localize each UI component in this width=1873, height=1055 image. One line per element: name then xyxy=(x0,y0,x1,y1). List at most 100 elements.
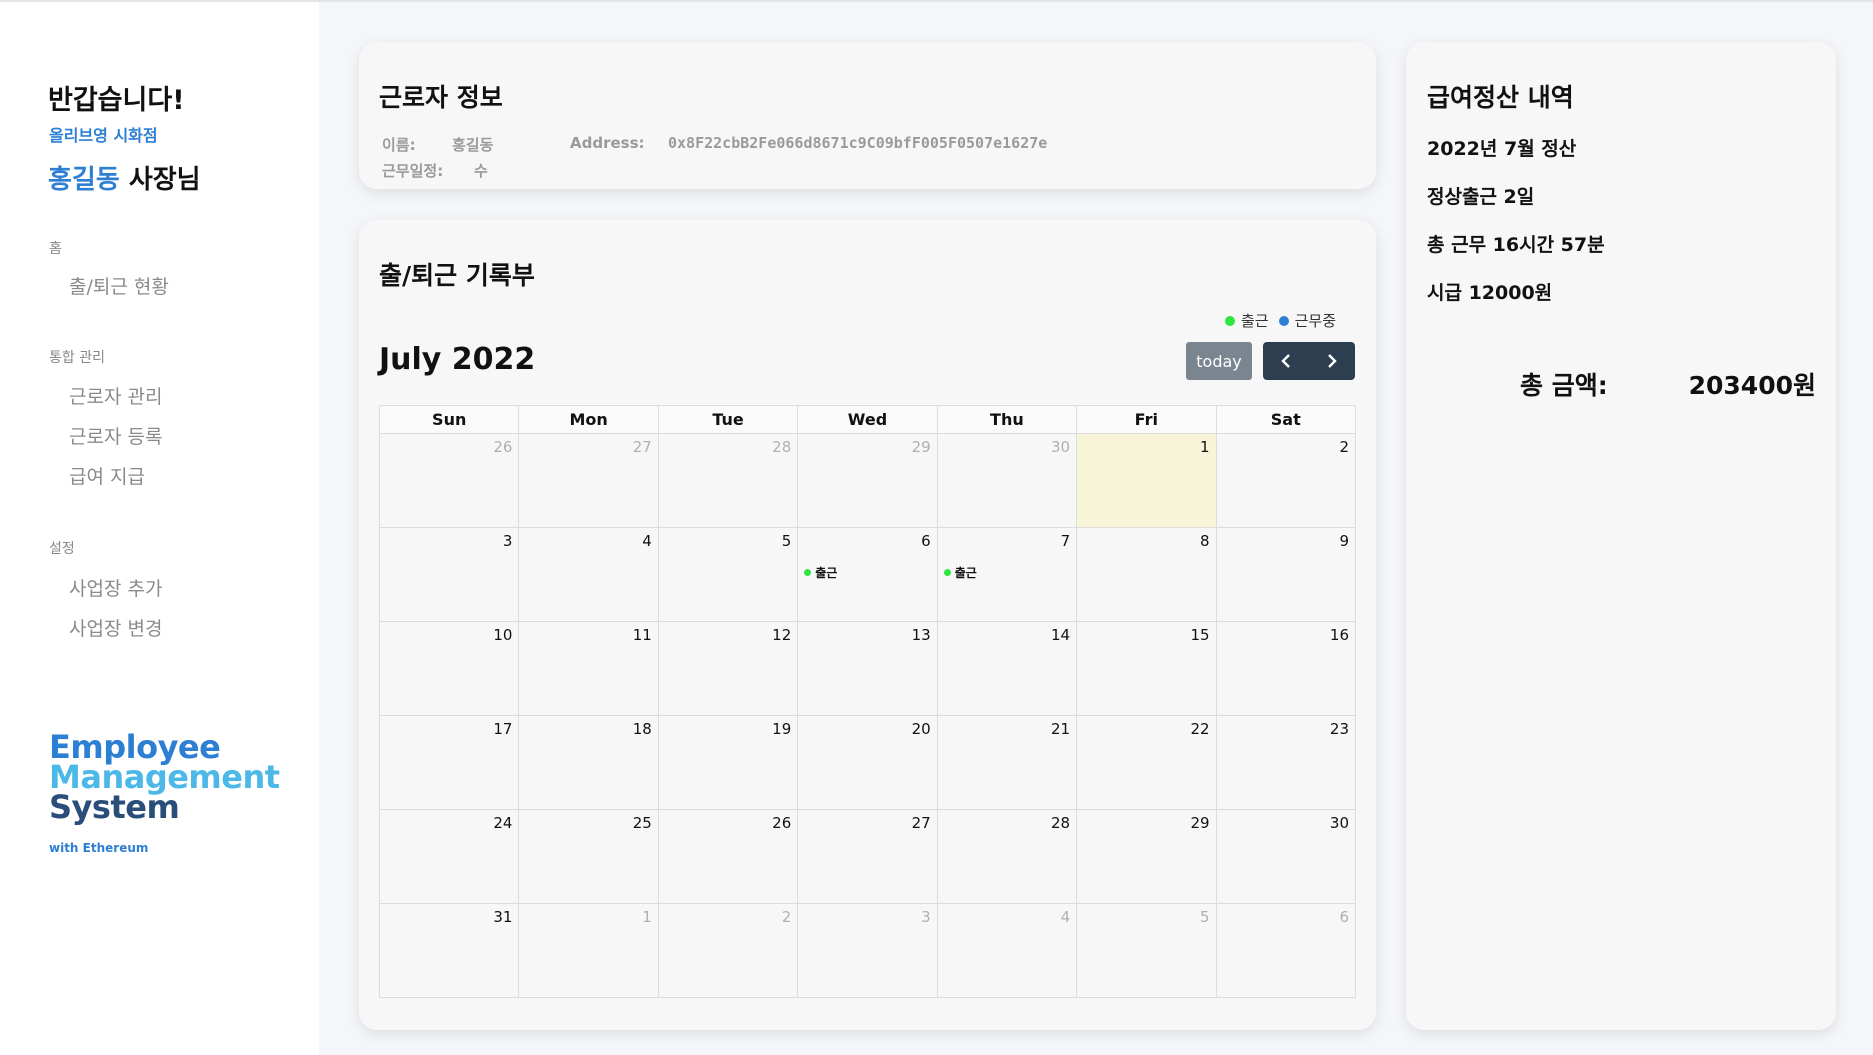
section-label-home: 홈 xyxy=(49,241,62,257)
calendar-day-number: 16 xyxy=(1329,626,1349,644)
today-button[interactable]: today xyxy=(1186,342,1252,380)
sidebar-item-worker-management[interactable]: 근로자 관리 xyxy=(69,382,162,409)
calendar-day-cell[interactable]: 3 xyxy=(378,527,520,622)
worker-schedule-label: 근무일정: xyxy=(382,162,444,180)
calendar-day-number: 4 xyxy=(642,532,652,550)
calendar-day-cell[interactable]: 8 xyxy=(1076,527,1217,622)
weekday-tue: Tue xyxy=(657,405,799,434)
calendar-week-row: 10 11 12 13 14 15 16 xyxy=(378,621,1357,716)
weekday-sun: Sun xyxy=(378,405,520,434)
calendar-day-number: 28 xyxy=(772,438,792,456)
calendar-day-number: 1 xyxy=(1199,438,1210,456)
calendar-day-number: 10 xyxy=(493,626,513,644)
sidebar-item-change-workplace[interactable]: 사업장 변경 xyxy=(69,614,162,641)
weekday-fri: Fri xyxy=(1076,405,1217,434)
sidebar-item-add-workplace[interactable]: 사업장 추가 xyxy=(69,574,162,601)
calendar-day-cell[interactable]: 4 xyxy=(936,903,1078,998)
calendar-day-cell[interactable]: 11 xyxy=(518,621,659,716)
calendar-day-cell[interactable]: 29 xyxy=(797,433,938,528)
legend-item-working: 근무중 xyxy=(1278,310,1336,331)
chevron-left-icon xyxy=(1281,354,1290,368)
calendar-day-cell[interactable]: 27 xyxy=(518,433,659,528)
calendar-day-cell[interactable]: 21 xyxy=(936,715,1078,810)
payroll-hourly-wage: 시급 12000원 xyxy=(1427,282,1553,304)
calendar-month-title: July 2022 xyxy=(379,342,536,377)
calendar-day-cell[interactable]: 2 xyxy=(657,903,799,998)
calendar-day-cell[interactable]: 6 출근 xyxy=(797,527,938,622)
calendar-day-cell[interactable]: 29 xyxy=(1076,809,1217,904)
calendar-day-number: 8 xyxy=(1199,532,1210,550)
payroll-summary-card: 급여정산 내역 2022년 7월 정산 정상출근 2일 총 근무 16시간 57… xyxy=(1406,42,1836,1030)
calendar-day-cell[interactable]: 5 xyxy=(1076,903,1217,998)
calendar-day-cell[interactable]: 16 xyxy=(1215,621,1357,716)
calendar-day-cell[interactable]: 17 xyxy=(378,715,520,810)
calendar-day-cell[interactable]: 30 xyxy=(936,433,1078,528)
calendar-day-cell[interactable]: 26 xyxy=(378,433,520,528)
legend-item-attend: 출근 xyxy=(1224,310,1269,331)
owner-title: 홍길동 사장님 xyxy=(48,159,201,196)
calendar-day-cell[interactable]: 20 xyxy=(797,715,938,810)
calendar-day-number: 3 xyxy=(921,908,931,926)
calendar-day-number: 23 xyxy=(1329,720,1349,738)
calendar-day-cell[interactable]: 1 xyxy=(518,903,659,998)
calendar-day-number: 13 xyxy=(911,626,931,644)
calendar-day-cell[interactable]: 28 xyxy=(657,433,799,528)
calendar-day-number: 26 xyxy=(493,438,513,456)
calendar-day-cell[interactable]: 19 xyxy=(657,715,799,810)
calendar-day-number: 2 xyxy=(1339,438,1349,456)
calendar-day-cell[interactable]: 23 xyxy=(1215,715,1357,810)
calendar-day-number: 28 xyxy=(1051,814,1071,832)
calendar-week-row: 17 18 19 20 21 22 23 xyxy=(378,715,1357,810)
calendar-day-number: 30 xyxy=(1051,438,1071,456)
calendar-day-cell[interactable]: 18 xyxy=(518,715,659,810)
calendar-day-cell[interactable]: 14 xyxy=(936,621,1078,716)
calendar-day-cell[interactable]: 24 xyxy=(378,809,520,904)
calendar-week-row: 24 25 26 27 28 29 30 xyxy=(378,809,1357,904)
calendar-day-cell[interactable]: 10 xyxy=(378,621,520,716)
calendar-day-number: 1 xyxy=(642,908,652,926)
calendar-day-cell[interactable]: 27 xyxy=(797,809,938,904)
worker-name-label: 이름: xyxy=(382,136,416,154)
calendar-day-number: 22 xyxy=(1190,720,1210,738)
calendar-day-cell[interactable]: 12 xyxy=(657,621,799,716)
calendar-day-cell[interactable]: 6 xyxy=(1215,903,1357,998)
sidebar-item-attendance-status[interactable]: 출/퇴근 현황 xyxy=(69,272,169,299)
calendar-day-number: 5 xyxy=(781,532,792,550)
calendar-day-number: 6 xyxy=(1339,908,1349,926)
calendar-day-cell[interactable]: 3 xyxy=(797,903,938,998)
calendar-day-cell[interactable]: 4 xyxy=(518,527,659,622)
sidebar-item-worker-register[interactable]: 근로자 등록 xyxy=(69,422,162,449)
attendance-event[interactable]: 출근 xyxy=(804,564,837,581)
section-label-management: 통합 관리 xyxy=(49,350,105,366)
event-label: 출근 xyxy=(815,566,838,580)
calendar-day-cell[interactable]: 7 출근 xyxy=(936,527,1078,622)
calendar-body: 26 27 28 29 30 1 2 3 4 5 6 출근 7 출근 8 9 10 11 12 13 14 15 16 17 1… xyxy=(378,433,1357,998)
calendar-week-row: 26 27 28 29 30 1 2 xyxy=(378,433,1357,528)
calendar-day-number: 26 xyxy=(772,814,792,832)
prev-month-button[interactable] xyxy=(1263,342,1309,380)
calendar-day-cell[interactable]: 2 xyxy=(1215,433,1357,528)
calendar-day-cell[interactable]: 30 xyxy=(1215,809,1357,904)
worker-address-value: 0x8F22cbB2Fe066d8671c9C09bfF005F0507e162… xyxy=(668,134,1048,152)
calendar-day-cell[interactable]: 26 xyxy=(657,809,799,904)
attendance-event[interactable]: 출근 xyxy=(943,564,977,581)
calendar-day-number: 2 xyxy=(781,908,792,926)
calendar-day-cell[interactable]: 13 xyxy=(797,621,938,716)
calendar-day-number: 4 xyxy=(1060,908,1071,926)
calendar-week-row: 3 4 5 6 출근 7 출근 8 9 xyxy=(378,527,1357,622)
calendar-day-cell[interactable]: 1 xyxy=(1076,433,1217,528)
calendar-day-cell[interactable]: 31 xyxy=(378,903,520,998)
calendar-day-number: 29 xyxy=(1190,814,1210,832)
calendar-day-cell[interactable]: 25 xyxy=(518,809,659,904)
calendar-day-cell[interactable]: 5 xyxy=(657,527,799,622)
payroll-title: 급여정산 내역 xyxy=(1427,83,1574,112)
calendar-day-number: 18 xyxy=(632,720,652,738)
legend-dot-working xyxy=(1278,315,1289,326)
calendar-day-number: 20 xyxy=(911,720,931,738)
next-month-button[interactable] xyxy=(1309,342,1355,380)
calendar-day-cell[interactable]: 9 xyxy=(1215,527,1357,622)
sidebar-item-payroll[interactable]: 급여 지급 xyxy=(69,462,145,489)
calendar-day-cell[interactable]: 15 xyxy=(1076,621,1217,716)
calendar-day-cell[interactable]: 28 xyxy=(936,809,1078,904)
calendar-day-cell[interactable]: 22 xyxy=(1076,715,1217,810)
